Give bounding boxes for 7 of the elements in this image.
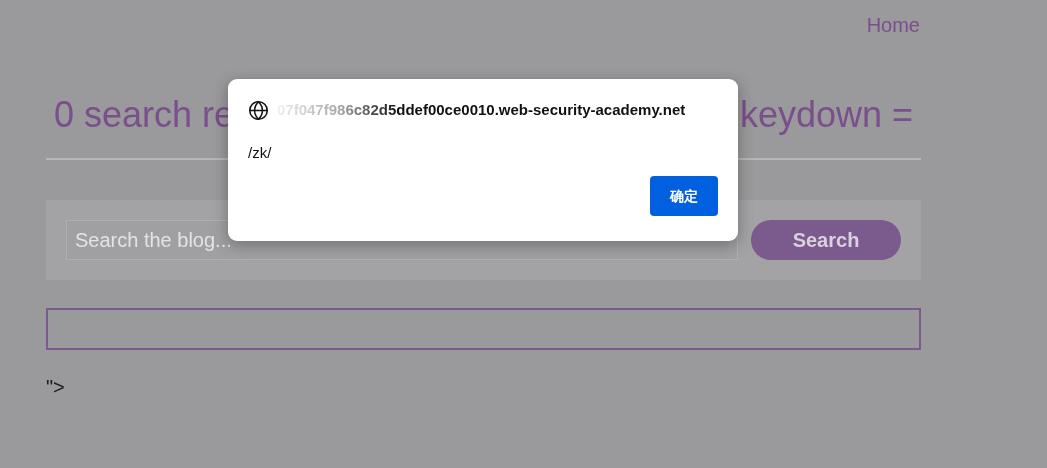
stray-text: "> <box>46 375 66 400</box>
search-button[interactable]: Search <box>751 220 901 260</box>
globe-icon <box>248 99 269 121</box>
home-link[interactable]: Home <box>866 10 921 40</box>
alert-message: /zk/ <box>248 142 273 163</box>
heading-text: keydown = <box>739 93 913 137</box>
ok-button[interactable]: 确定 <box>650 176 718 216</box>
